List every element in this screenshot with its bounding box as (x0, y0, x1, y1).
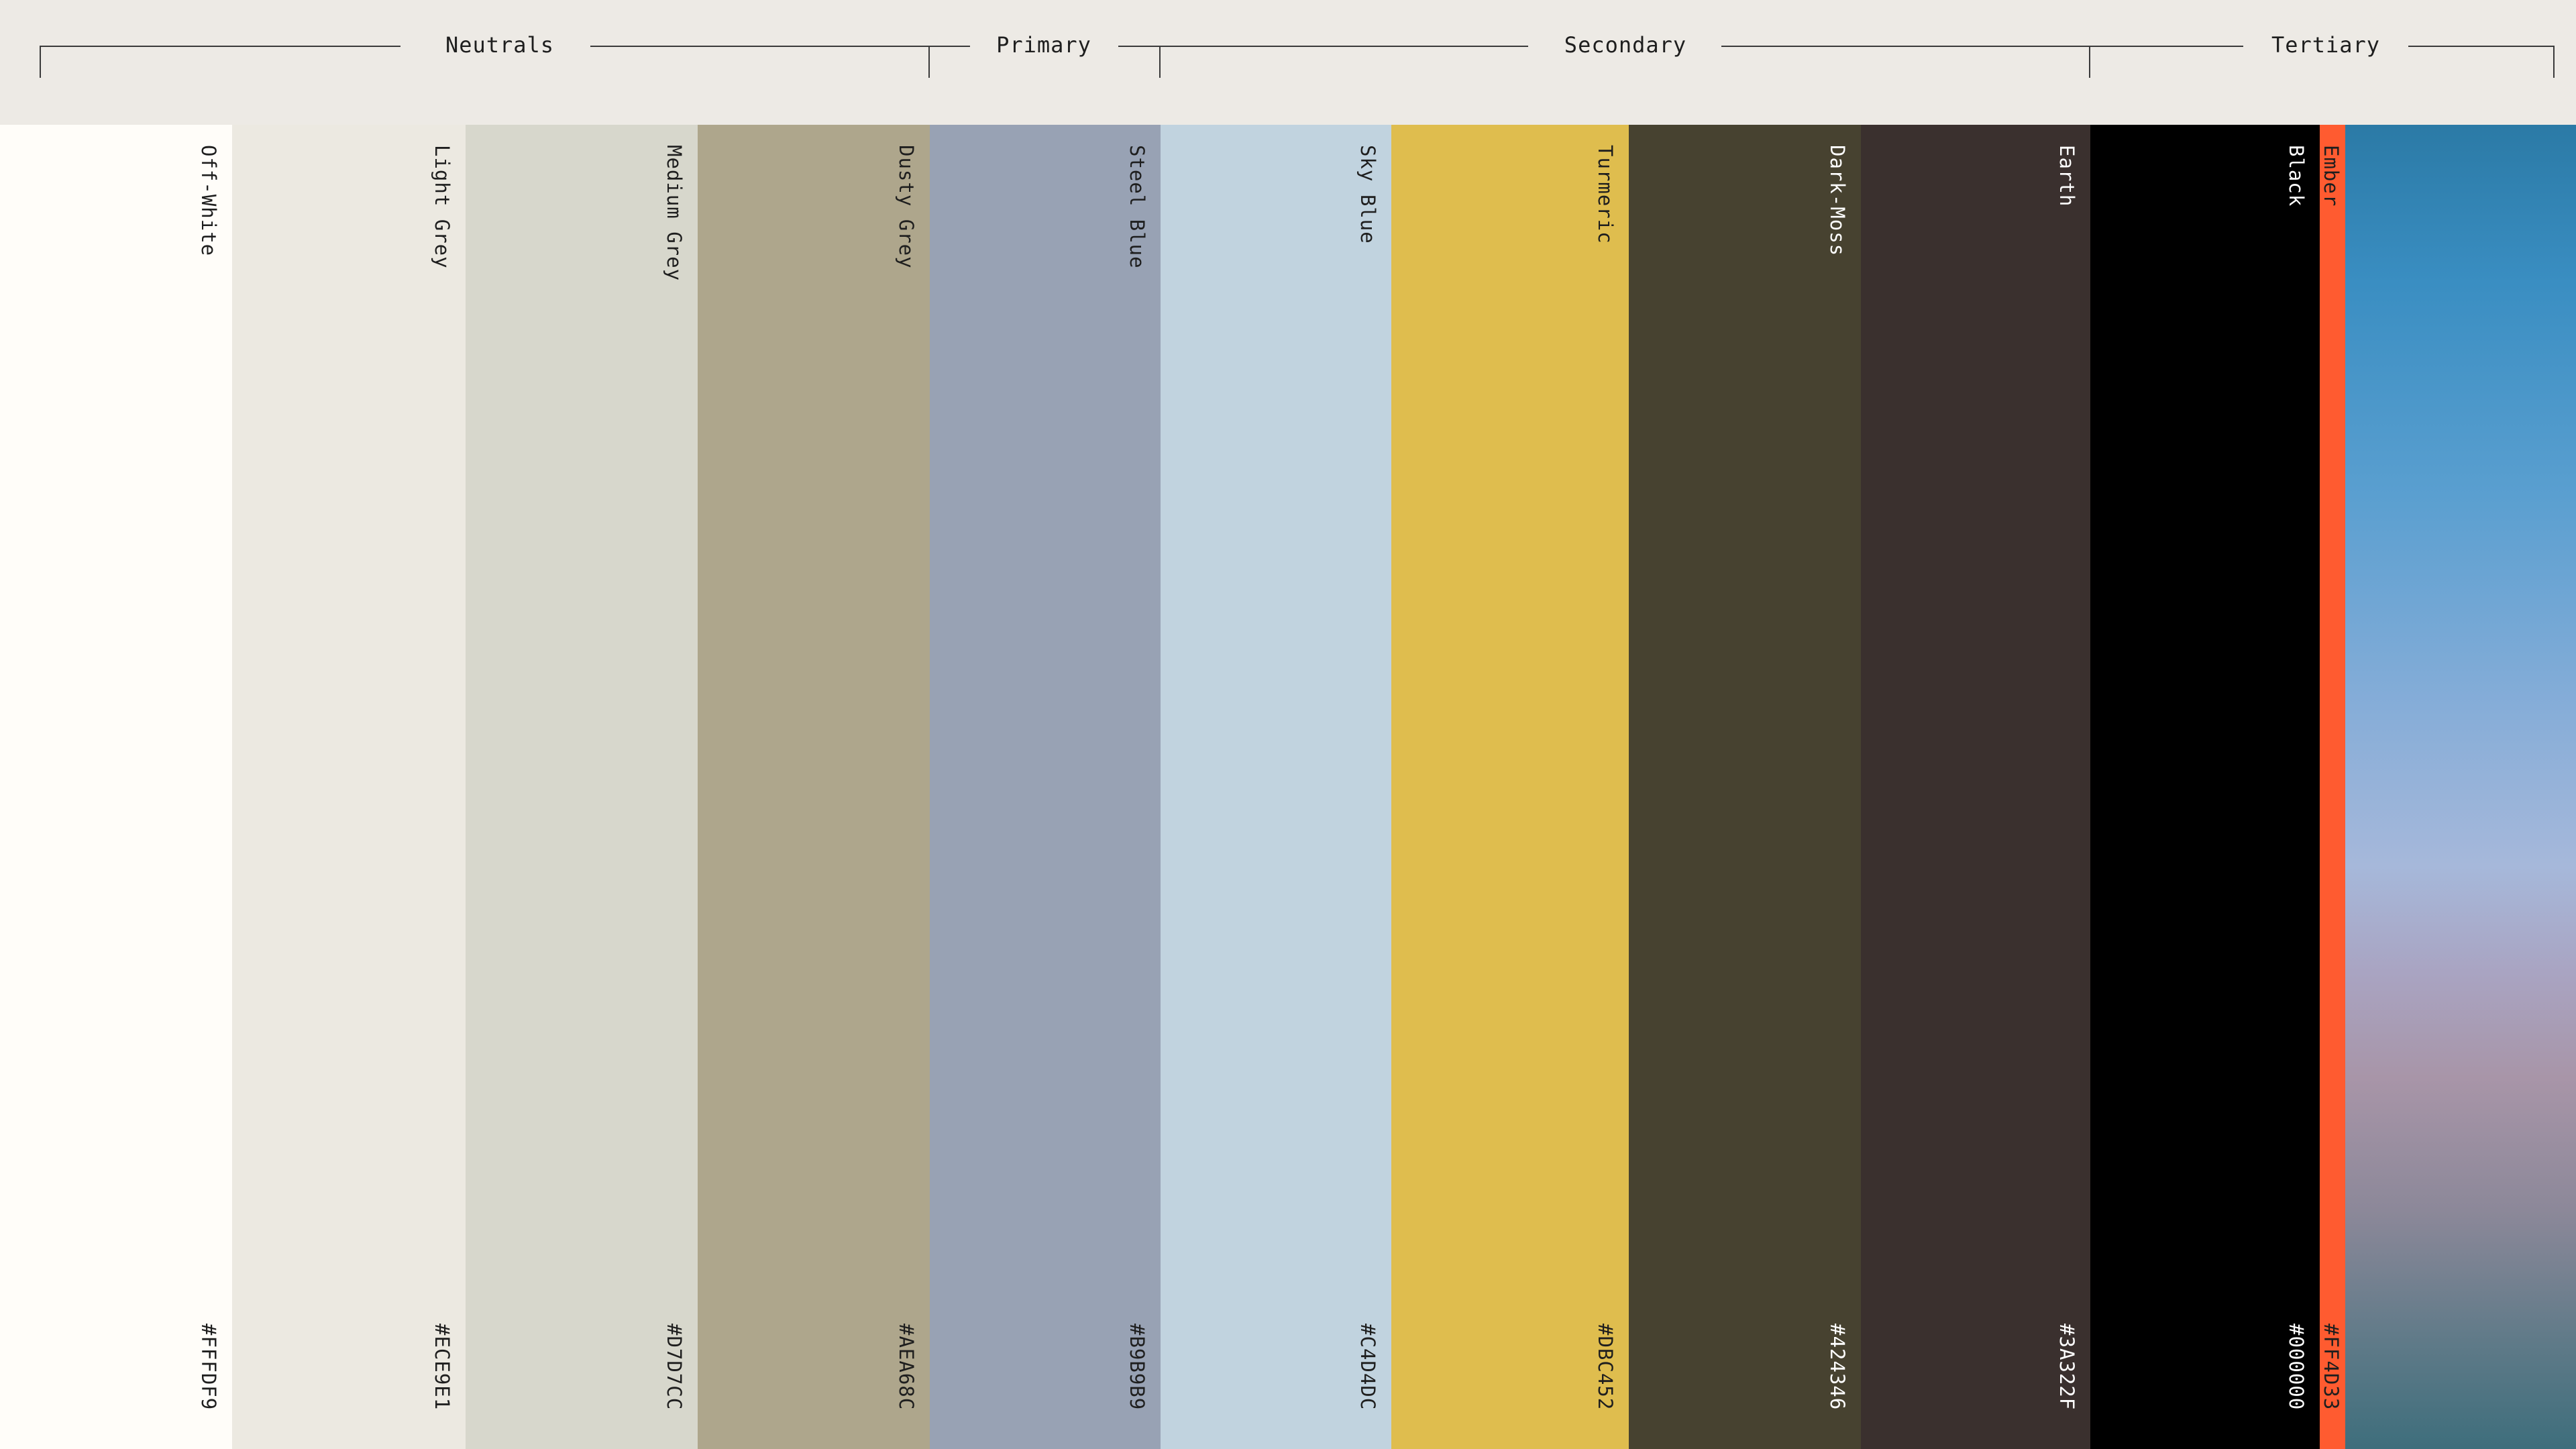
group-bracket-line (40, 46, 400, 47)
swatch-name: Dark-Moss (1826, 145, 1849, 257)
swatch-ember[interactable]: Ember #FF4D33 (2320, 125, 2345, 1449)
swatch-name: Steel Blue (1126, 145, 1148, 269)
group-primary: Primary (930, 0, 1161, 125)
swatch-off-white[interactable]: Off-White #FFFDF9 (0, 125, 232, 1449)
group-tertiary: Tertiary (2090, 0, 2555, 125)
swatch-hex: #3A322F (2055, 1323, 2078, 1410)
group-label-secondary: Secondary (1564, 32, 1687, 58)
swatch-light-grey[interactable]: Light Grey #ECE9E1 (232, 125, 466, 1449)
group-bracket-line (2408, 46, 2555, 47)
swatch-name: Sky Blue (1356, 145, 1379, 244)
swatch-name: Dusty Grey (895, 145, 918, 269)
group-neutrals: Neutrals (0, 0, 930, 125)
swatch-earth[interactable]: Earth #3A322F (1861, 125, 2090, 1449)
swatch-name: Medium Grey (663, 145, 686, 282)
group-bracket-line (590, 46, 930, 47)
group-bracket-line (1118, 46, 1161, 47)
swatch-medium-grey[interactable]: Medium Grey #D7D7CC (466, 125, 698, 1449)
group-label-neutrals: Neutrals (445, 32, 555, 58)
swatch-dusty-grey[interactable]: Dusty Grey #AEA68C (698, 125, 930, 1449)
swatch-sky-blue[interactable]: Sky Blue #C4D4DC (1161, 125, 1391, 1449)
swatch-name: Ember (2320, 145, 2343, 207)
group-bracket-tick (2553, 46, 2555, 78)
swatch-hex: #B9B9B9 (1126, 1323, 1148, 1410)
swatch-hex: #DBC452 (1594, 1323, 1617, 1410)
swatch-name: Off-White (197, 145, 220, 257)
swatch-name: Turmeric (1594, 145, 1617, 244)
group-bracket-line (930, 46, 970, 47)
group-label-primary: Primary (996, 32, 1091, 58)
group-label-tertiary: Tertiary (2271, 32, 2381, 58)
swatch-name: Light Grey (431, 145, 453, 269)
swatch-hex: #ECE9E1 (431, 1323, 453, 1410)
group-bracket-line (1721, 46, 2090, 47)
group-bracket-line (2090, 46, 2243, 47)
swatch-black[interactable]: Black #000000 (2090, 125, 2320, 1449)
swatch-hex: #FF4D33 (2320, 1323, 2343, 1410)
palette-header: Neutrals Primary Secondary Tertiary (0, 0, 2576, 125)
swatch-turmeric[interactable]: Turmeric #DBC452 (1391, 125, 1629, 1449)
swatch-name: Black (2285, 145, 2308, 207)
swatch-hex: #D7D7CC (663, 1323, 686, 1410)
swatch-hex: #000000 (2285, 1323, 2308, 1410)
swatch-hex: #424346 (1826, 1323, 1849, 1410)
sky-gradient-swatch (2345, 125, 2576, 1449)
swatch-hex: #C4D4DC (1356, 1323, 1379, 1410)
group-secondary: Secondary (1161, 0, 2090, 125)
swatch-name: Earth (2055, 145, 2078, 207)
group-bracket-tick (40, 46, 41, 78)
swatch-hex: #FFFDF9 (197, 1323, 220, 1410)
group-bracket-line (1161, 46, 1528, 47)
swatch-row: Off-White #FFFDF9 Light Grey #ECE9E1 Med… (0, 125, 2576, 1449)
swatch-dark-moss[interactable]: Dark-Moss #424346 (1629, 125, 1861, 1449)
swatch-hex: #AEA68C (895, 1323, 918, 1410)
swatch-steel-blue[interactable]: Steel Blue #B9B9B9 (930, 125, 1161, 1449)
